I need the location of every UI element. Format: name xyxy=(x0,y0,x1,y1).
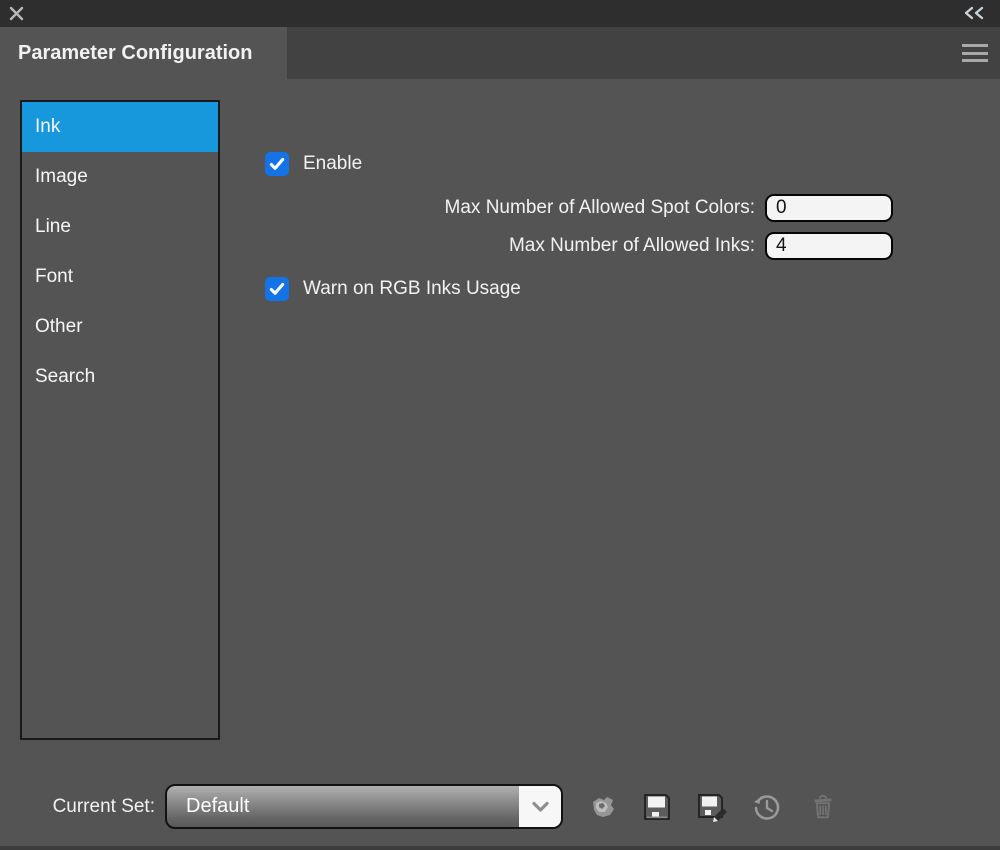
max-spot-colors-label: Max Number of Allowed Spot Colors: xyxy=(240,194,755,222)
sidebar-item-ink[interactable]: Ink xyxy=(22,102,218,152)
current-set-label: Current Set: xyxy=(20,793,155,821)
current-set-value: Default xyxy=(186,786,249,827)
close-icon[interactable] xyxy=(8,5,25,22)
save-set-button[interactable] xyxy=(639,789,675,825)
save-set-icon xyxy=(641,791,673,823)
restore-set-history-icon xyxy=(750,791,782,823)
panel-bottom-edge xyxy=(0,846,1000,850)
max-spot-colors-input[interactable] xyxy=(765,194,893,222)
save-set-as-icon xyxy=(696,791,728,823)
check-icon xyxy=(268,280,286,298)
sidebar-item-search[interactable]: Search xyxy=(22,352,218,402)
max-inks-input[interactable] xyxy=(765,232,893,260)
max-inks-label: Max Number of Allowed Inks: xyxy=(240,232,755,260)
enable-checkbox[interactable] xyxy=(265,152,289,176)
warn-rgb-checkbox[interactable] xyxy=(265,277,289,301)
chevron-down-icon xyxy=(519,786,561,827)
sidebar-item-other[interactable]: Other xyxy=(22,302,218,352)
save-set-as-button[interactable] xyxy=(694,789,730,825)
tab-parameter-configuration[interactable]: Parameter Configuration xyxy=(0,27,287,81)
check-icon xyxy=(268,155,286,173)
current-set-dropdown[interactable]: Default xyxy=(165,784,563,829)
sidebar-item-image[interactable]: Image xyxy=(22,152,218,202)
delete-set-icon xyxy=(808,792,838,822)
import-set-button[interactable] xyxy=(585,789,621,825)
import-set-icon xyxy=(587,791,619,823)
panel-menu-icon[interactable] xyxy=(962,44,988,62)
parameter-configuration-panel: Parameter Configuration Ink Image Line F… xyxy=(0,0,1000,850)
category-list: Ink Image Line Font Other Search xyxy=(20,100,220,740)
enable-label: Enable xyxy=(303,152,362,176)
tab-title: Parameter Configuration xyxy=(18,42,252,64)
collapse-panel-icon[interactable] xyxy=(961,6,987,20)
restore-set-button[interactable] xyxy=(748,789,784,825)
sidebar-item-font[interactable]: Font xyxy=(22,252,218,302)
sidebar-item-line[interactable]: Line xyxy=(22,202,218,252)
delete-set-button[interactable] xyxy=(805,789,841,825)
warn-rgb-label: Warn on RGB Inks Usage xyxy=(303,277,521,301)
panel-titlebar xyxy=(0,0,1000,27)
